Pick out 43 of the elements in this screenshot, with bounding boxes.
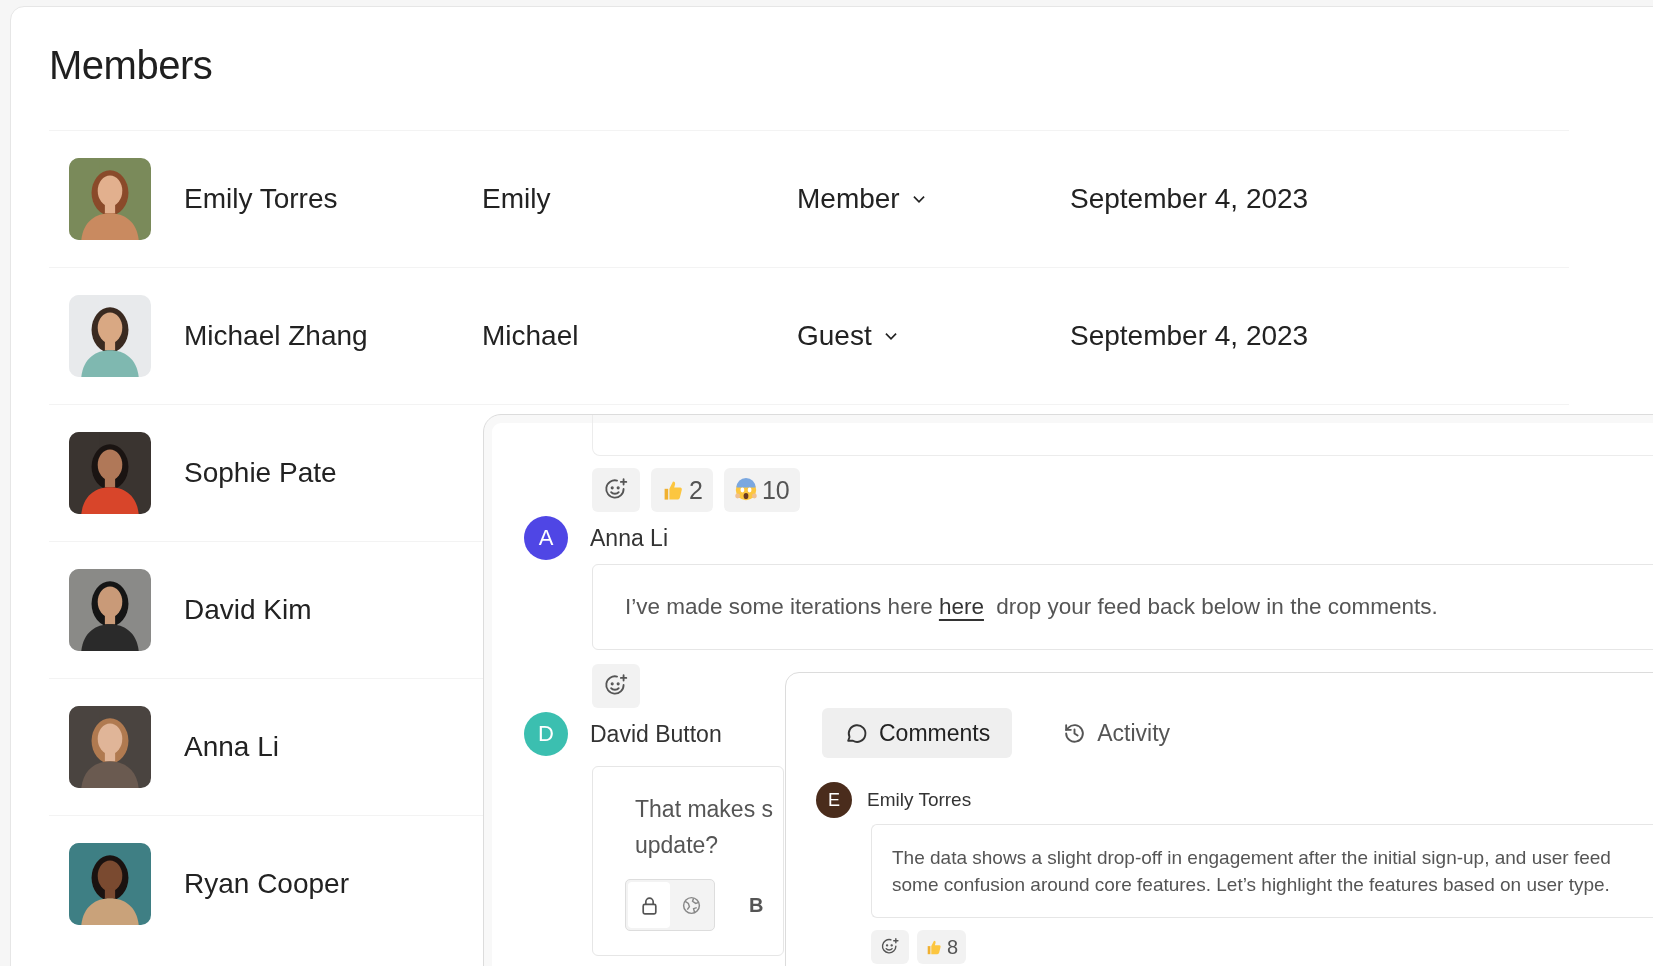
member-nickname: Michael: [482, 320, 580, 352]
avatar-circle: E: [816, 782, 852, 818]
reaction-chip[interactable]: 10: [723, 468, 800, 512]
author-name: Emily Torres: [867, 789, 972, 811]
author-name: David Button: [590, 720, 722, 748]
thumbs-up-icon: [925, 938, 943, 956]
reaction-chip[interactable]: 8: [917, 930, 967, 964]
joined-date: September 4, 2023: [1070, 183, 1309, 215]
avatar-circle: A: [524, 516, 568, 560]
link[interactable]: here: [938, 594, 984, 619]
reaction-chip[interactable]: 2: [651, 468, 713, 512]
reaction-count: 8: [947, 935, 959, 959]
add-reaction-button[interactable]: [871, 930, 909, 964]
smiley-plus-icon: [880, 937, 900, 957]
message-text: That makes s update?: [635, 795, 774, 860]
chevron-down-icon: [911, 194, 926, 204]
avatar-circle: D: [524, 712, 568, 756]
add-reaction-button[interactable]: [592, 664, 640, 708]
globe-icon: [680, 894, 702, 916]
page-title: Members: [49, 43, 214, 88]
member-name: Ryan Cooper: [184, 868, 350, 900]
tab[interactable]: Comments: [822, 708, 1013, 758]
add-reaction-button[interactable]: [592, 468, 640, 512]
message-text: I’ve made some iterations here here drop your feed back below in the comments.: [625, 594, 1438, 620]
member-name: Anna Li: [184, 731, 280, 763]
lock-button[interactable]: [628, 882, 670, 928]
tab[interactable]: Activity: [1040, 708, 1193, 758]
screaming-face-icon: [733, 478, 758, 502]
role-dropdown[interactable]: Member: [797, 183, 1070, 215]
member-name: Michael Zhang: [184, 320, 369, 352]
author-name: Anna Li: [590, 524, 668, 552]
member-name: Emily Torres: [184, 183, 339, 215]
chevron-down-icon: [883, 331, 898, 341]
reply-box[interactable]: That makes s update? B: [592, 766, 784, 956]
joined-date: September 4, 2023: [1070, 320, 1309, 352]
message-text: The data shows a slight drop-off in engagement after the initial sign-up, and user feed some confusion around core features. Let’s highlight the features based on user type.: [892, 846, 1611, 897]
role-dropdown[interactable]: Guest: [797, 320, 1070, 352]
member-nickname: Emily: [482, 183, 552, 215]
reaction-count: 2: [689, 475, 703, 505]
reaction-count: 10: [761, 475, 790, 505]
bold-button[interactable]: B: [745, 889, 768, 921]
member-name: Sophie Pate: [184, 457, 338, 489]
member-name: David Kim: [184, 594, 313, 626]
